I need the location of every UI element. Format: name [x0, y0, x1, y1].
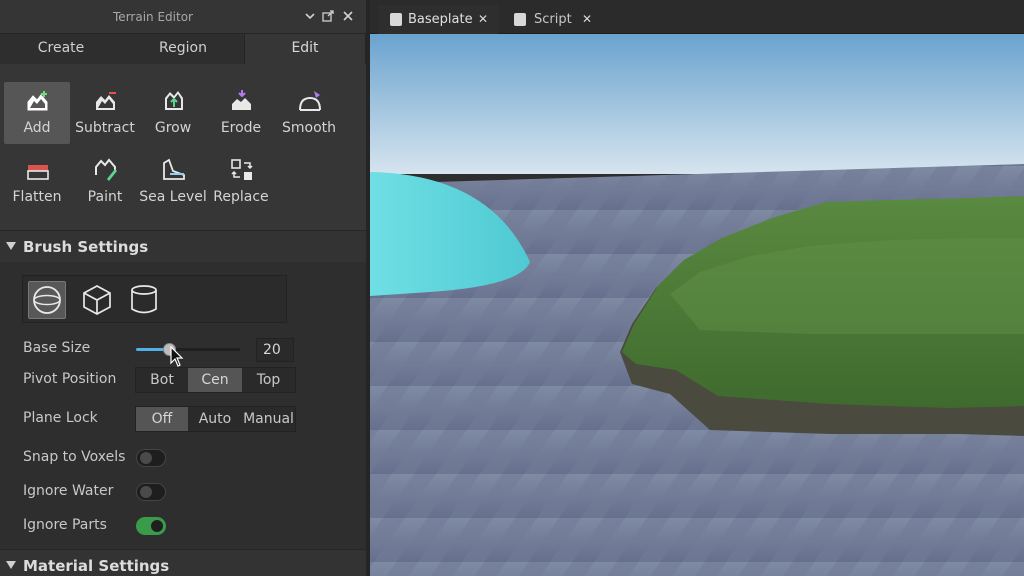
tool-label: Smooth: [281, 120, 337, 136]
toggle-knob: [151, 520, 163, 532]
script-icon: [514, 13, 526, 26]
shape-sphere-button[interactable]: [28, 281, 66, 319]
tab-label: Script: [534, 12, 572, 27]
tab-baseplate[interactable]: Baseplate ✕: [378, 5, 498, 34]
terrain-smooth-icon: [299, 91, 321, 111]
base-size-label: Base Size: [23, 340, 91, 356]
tool-label: Flatten: [12, 189, 62, 205]
tab-script[interactable]: Script ✕: [506, 5, 606, 34]
close-icon[interactable]: [340, 9, 356, 25]
plane-lock-manual-option[interactable]: Manual: [242, 407, 295, 431]
ignore-water-toggle[interactable]: [136, 483, 166, 501]
tool-smooth[interactable]: Smooth: [276, 82, 342, 144]
scene-render: [370, 34, 1024, 576]
base-size-slider[interactable]: [136, 343, 240, 356]
tab-label: Baseplate: [408, 12, 473, 27]
shape-cylinder-button[interactable]: [125, 281, 163, 319]
plane-lock-selector: Off Auto Manual: [135, 406, 296, 432]
tool-label: Grow: [154, 120, 192, 136]
tool-add[interactable]: Add: [4, 82, 70, 144]
terrain-grow-icon: [165, 91, 183, 110]
plane-lock-auto-option[interactable]: Auto: [188, 407, 242, 431]
editor-tab-bar: Baseplate ✕ Script ✕: [370, 0, 1024, 34]
plane-lock-off-option[interactable]: Off: [136, 407, 188, 431]
tool-erode[interactable]: Erode: [208, 82, 274, 144]
close-icon[interactable]: ✕: [582, 5, 592, 34]
tool-grow[interactable]: Grow: [140, 82, 206, 144]
brush-settings-body: Base Size 20 Pivot Position Bot Cen Top …: [0, 262, 366, 554]
toggle-knob: [140, 452, 152, 464]
panel-title: Terrain Editor: [113, 10, 193, 24]
tool-label: Erode: [220, 120, 262, 136]
ignore-parts-label: Ignore Parts: [23, 517, 107, 533]
sphere-icon: [33, 286, 61, 314]
pivot-position-selector: Bot Cen Top: [135, 367, 296, 393]
tool-label: Paint: [87, 189, 123, 205]
tool-flatten[interactable]: Flatten: [4, 151, 70, 213]
terrain-editor-panel: Terrain Editor Create Region Edit Add Su…: [0, 0, 366, 576]
pivot-cen-option[interactable]: Cen: [188, 368, 242, 392]
expand-arrow-icon: [6, 561, 16, 569]
snap-to-voxels-label: Snap to Voxels: [23, 449, 126, 465]
material-settings-header[interactable]: Material Settings: [0, 549, 366, 576]
tab-edit[interactable]: Edit: [244, 34, 366, 65]
terrain-sea-level-icon: [163, 158, 185, 180]
tool-label: Subtract: [75, 120, 135, 136]
pivot-bot-option[interactable]: Bot: [136, 368, 188, 392]
cube-icon: [83, 285, 111, 315]
pivot-position-label: Pivot Position: [23, 371, 117, 387]
shape-cube-button[interactable]: [78, 281, 116, 319]
popout-icon[interactable]: [320, 9, 336, 25]
section-title: Material Settings: [23, 557, 170, 575]
sky: [370, 34, 1024, 174]
tool-label: Sea Level: [139, 189, 207, 205]
terrain-paint-icon: [95, 158, 117, 181]
snap-to-voxels-toggle[interactable]: [136, 449, 166, 467]
terrain-add-icon: [27, 91, 48, 111]
place-icon: [390, 13, 402, 26]
tool-label: Add: [23, 120, 51, 136]
chevron-down-icon[interactable]: [302, 9, 318, 25]
pivot-top-option[interactable]: Top: [242, 368, 295, 392]
mode-tabs: Create Region Edit: [0, 34, 366, 65]
tab-create[interactable]: Create: [0, 34, 122, 64]
3d-viewport[interactable]: [370, 34, 1024, 576]
terrain-replace-icon: [231, 159, 253, 180]
toggle-knob: [140, 486, 152, 498]
ignore-water-label: Ignore Water: [23, 483, 114, 499]
tool-replace[interactable]: Replace: [208, 151, 274, 213]
cylinder-icon: [131, 285, 157, 314]
tool-paint[interactable]: Paint: [72, 151, 138, 213]
tool-sea-level[interactable]: Sea Level: [139, 151, 207, 213]
section-title: Brush Settings: [23, 238, 149, 256]
expand-arrow-icon: [6, 242, 16, 250]
base-size-input[interactable]: 20: [256, 338, 294, 362]
ignore-parts-toggle[interactable]: [136, 517, 166, 535]
terrain-subtract-icon: [96, 92, 116, 110]
tool-grid: Add Subtract Grow Erode Smooth Flatten P…: [0, 64, 366, 230]
panel-titlebar: Terrain Editor: [0, 0, 366, 34]
tool-label: Replace: [213, 189, 269, 205]
tool-subtract[interactable]: Subtract: [72, 82, 138, 144]
terrain-flatten-icon: [27, 165, 49, 180]
mouse-cursor-icon: [170, 346, 184, 367]
close-icon[interactable]: ✕: [478, 5, 488, 34]
tab-region[interactable]: Region: [122, 34, 244, 64]
brush-shape-selector: [22, 275, 287, 323]
brush-settings-header[interactable]: Brush Settings: [0, 230, 366, 262]
plane-lock-label: Plane Lock: [23, 410, 98, 426]
terrain-erode-icon: [232, 90, 251, 110]
